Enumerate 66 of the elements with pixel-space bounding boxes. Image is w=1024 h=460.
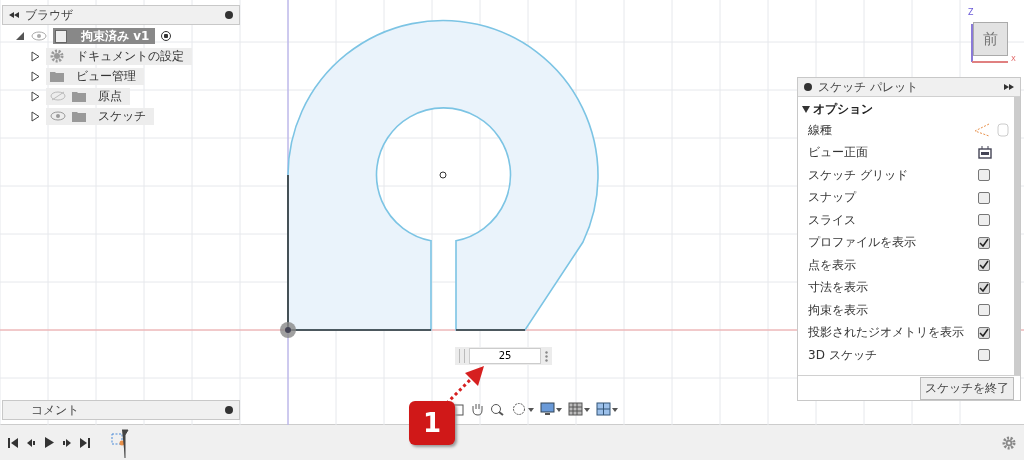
expand-triangle-icon[interactable] — [31, 110, 40, 122]
expand-triangle-icon[interactable] — [31, 90, 40, 102]
skip-start-icon[interactable] — [8, 437, 18, 448]
checkbox[interactable] — [978, 281, 990, 294]
tree-node[interactable]: 原点 — [46, 87, 130, 105]
display-icon[interactable] — [540, 402, 562, 416]
callout-badge: 1 — [409, 401, 455, 445]
tree-node[interactable]: ビュー管理 — [46, 67, 144, 85]
origin-point-icon[interactable] — [280, 322, 296, 338]
step-back-icon[interactable] — [26, 437, 36, 448]
option-label: ビュー正面 — [808, 144, 869, 162]
sketch-feature-icon[interactable] — [110, 427, 130, 458]
option-label: 寸法を表示 — [808, 279, 869, 297]
checkbox[interactable] — [978, 236, 990, 249]
zoom-icon[interactable] — [490, 402, 506, 416]
settings-icon[interactable] — [1002, 435, 1016, 450]
viewports-icon[interactable] — [596, 402, 618, 416]
expand-triangle-icon[interactable] — [31, 70, 40, 82]
activate-radio-icon[interactable] — [161, 31, 172, 41]
panel-title: ブラウザ — [25, 6, 73, 24]
option-label: 点を表示 — [808, 256, 857, 274]
folder-icon — [72, 110, 86, 122]
gear-icon — [50, 49, 64, 63]
folder-icon — [50, 70, 64, 82]
expand-icon[interactable] — [1004, 84, 1014, 90]
checkbox[interactable] — [978, 326, 990, 339]
option-label: スライス — [808, 211, 857, 229]
option-label: 投影されたジオメトリを表示 — [808, 324, 965, 342]
more-icon[interactable] — [545, 350, 548, 362]
look-at-icon[interactable] — [978, 146, 992, 160]
expand-triangle-icon[interactable] — [31, 50, 40, 62]
caret-icon — [802, 105, 810, 113]
component-node[interactable]: 拘束済み v1 — [53, 28, 156, 44]
checkbox[interactable] — [978, 259, 990, 272]
checkbox[interactable] — [978, 214, 990, 227]
collapse-icon[interactable] — [9, 12, 19, 18]
axis-triad-icon — [970, 22, 1010, 64]
section-header[interactable]: オプション — [802, 99, 1010, 119]
checkbox[interactable] — [978, 349, 990, 362]
checkbox[interactable] — [978, 169, 990, 182]
finish-sketch-button[interactable]: スケッチを終了 — [920, 376, 1014, 400]
option-label: 線種 — [808, 121, 833, 139]
zoom-window-icon[interactable] — [512, 402, 534, 416]
cube-icon — [55, 29, 67, 43]
checkbox[interactable] — [978, 191, 990, 204]
pan-hand-icon[interactable] — [470, 402, 484, 416]
dimension-input[interactable]: 25 — [469, 348, 541, 364]
panel-title: コメント — [31, 401, 79, 419]
step-forward-icon[interactable] — [62, 437, 72, 448]
option-label: プロファイルを表示 — [808, 234, 917, 252]
axis-label: Z — [968, 8, 974, 17]
option-label: スナップ — [808, 189, 858, 207]
play-icon[interactable] — [44, 437, 54, 449]
option-label: 3D スケッチ — [808, 346, 878, 364]
view-cube[interactable]: 前 — [973, 22, 1008, 56]
panel-title: スケッチ パレット — [818, 78, 918, 96]
grid-icon[interactable] — [568, 402, 590, 416]
drag-handle-icon[interactable] — [459, 349, 465, 363]
expand-triangle-icon[interactable] — [15, 31, 25, 41]
folder-icon — [72, 90, 86, 102]
option-label: スケッチ グリッド — [808, 166, 909, 184]
option-label: 拘束を表示 — [808, 301, 869, 319]
checkbox[interactable] — [978, 304, 990, 317]
tree-node[interactable]: スケッチ — [46, 107, 154, 125]
skip-end-icon[interactable] — [80, 437, 90, 448]
tree-node[interactable]: ドキュメントの設定 — [46, 47, 192, 65]
